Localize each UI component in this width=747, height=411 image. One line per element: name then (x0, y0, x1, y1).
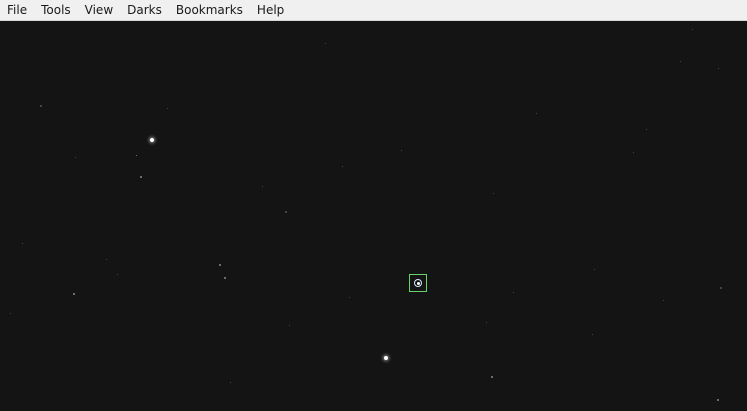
star (167, 108, 168, 109)
menu-help[interactable]: Help (250, 0, 291, 21)
star (680, 61, 681, 62)
star (10, 313, 11, 314)
star (401, 150, 402, 151)
star (384, 356, 388, 360)
guide-star-selection-box[interactable] (409, 274, 427, 292)
star (150, 138, 154, 142)
star (219, 264, 221, 266)
star (349, 297, 350, 298)
star (117, 274, 118, 275)
menu-darks[interactable]: Darks (120, 0, 169, 21)
star (106, 259, 107, 260)
star (491, 376, 493, 378)
star (646, 129, 647, 130)
star (75, 157, 76, 158)
star (342, 166, 343, 167)
star (633, 152, 634, 153)
star (592, 334, 593, 335)
menu-tools[interactable]: Tools (34, 0, 78, 21)
menu-bar: File Tools View Darks Bookmarks Help (0, 0, 747, 21)
star (663, 300, 664, 301)
guide-star (414, 279, 422, 287)
star (536, 113, 537, 114)
star (718, 68, 719, 69)
star (230, 382, 231, 383)
star (513, 292, 514, 293)
star (692, 29, 693, 30)
star (140, 176, 142, 178)
star (325, 43, 326, 44)
star (720, 287, 722, 289)
menu-bookmarks[interactable]: Bookmarks (169, 0, 250, 21)
star (486, 322, 487, 323)
menu-file[interactable]: File (0, 0, 34, 21)
star (224, 277, 226, 279)
star (73, 293, 75, 295)
camera-image-view[interactable] (0, 21, 747, 411)
star (493, 193, 494, 194)
menu-view[interactable]: View (78, 0, 120, 21)
star (40, 105, 42, 107)
star (594, 269, 595, 270)
star (262, 186, 263, 187)
star (22, 243, 23, 244)
star (289, 325, 290, 326)
star (285, 211, 287, 213)
guiding-app-window: File Tools View Darks Bookmarks Help (0, 0, 747, 411)
star (136, 155, 137, 156)
star (717, 399, 719, 401)
